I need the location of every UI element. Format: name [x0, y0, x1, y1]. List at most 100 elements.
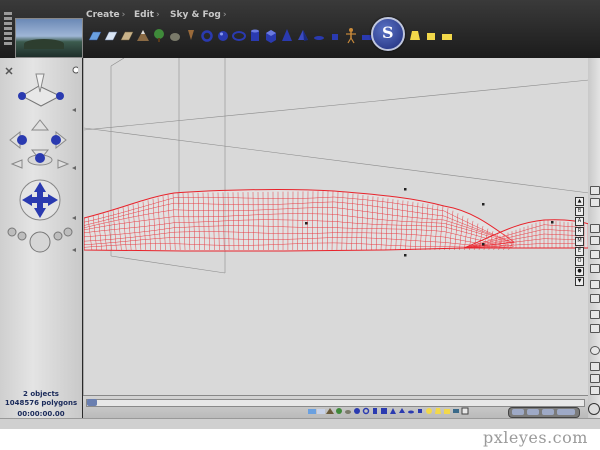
- move-cross-control[interactable]: [19, 179, 61, 221]
- select-terrain-icon[interactable]: [326, 407, 334, 415]
- mountain-icon[interactable]: [136, 26, 150, 44]
- timeline-knob[interactable]: [87, 399, 97, 406]
- menu-edit[interactable]: Edit ›: [134, 10, 160, 20]
- record-button[interactable]: [542, 409, 554, 415]
- square-icon[interactable]: [328, 26, 342, 44]
- water-icon[interactable]: [88, 26, 102, 44]
- material-icon[interactable]: [590, 324, 600, 333]
- select-camera-icon[interactable]: [452, 407, 460, 415]
- menu-create-label: Create: [86, 10, 120, 20]
- timeline-scrubber[interactable]: [86, 399, 585, 407]
- select-path-icon[interactable]: [461, 407, 469, 415]
- select-square-icon[interactable]: [416, 407, 424, 415]
- pencil-icon[interactable]: [590, 198, 600, 207]
- select-water-icon[interactable]: [308, 407, 316, 415]
- trackball-menu-arrow-icon[interactable]: [72, 166, 76, 170]
- delete-icon[interactable]: [590, 264, 600, 273]
- select-square-light-icon[interactable]: [443, 407, 451, 415]
- edit-view-bars[interactable]: [4, 12, 12, 57]
- wireframe-scene: [84, 58, 589, 274]
- keyframe-button[interactable]: [557, 409, 575, 415]
- select-cylinder-icon[interactable]: [371, 407, 379, 415]
- render-icon[interactable]: [590, 346, 600, 355]
- cone-icon[interactable]: [280, 26, 294, 44]
- select-cube-icon[interactable]: [380, 407, 388, 415]
- close-icon[interactable]: [5, 67, 13, 75]
- vp-tool-m[interactable]: M: [575, 237, 584, 246]
- edit-terrain-icon[interactable]: [590, 310, 600, 319]
- vp-tool-b[interactable]: B: [575, 207, 584, 216]
- camera-controls: [5, 66, 78, 253]
- pyramid-icon[interactable]: [296, 26, 310, 44]
- parallel-light-icon[interactable]: [440, 26, 454, 44]
- vp-tool-down[interactable]: ▼: [575, 277, 584, 286]
- bottom-timeline-bar: [83, 395, 588, 419]
- app-window: Create › Edit › Sky & Fog › S 2 objects …: [0, 0, 600, 429]
- figure-icon[interactable]: [344, 26, 358, 44]
- left-control-panel: 2 objects 1048576 polygons 00:00:00.00: [0, 58, 82, 418]
- select-cloud-icon[interactable]: [317, 407, 325, 415]
- rock-icon[interactable]: [168, 26, 182, 44]
- sphere-icon[interactable]: [216, 26, 230, 44]
- brush-icon[interactable]: [590, 186, 600, 195]
- scene-viewport[interactable]: [83, 58, 589, 395]
- select-pyramid-icon[interactable]: [398, 407, 406, 415]
- move-menu-arrow-icon[interactable]: [72, 216, 76, 220]
- playback-controls[interactable]: [508, 407, 580, 418]
- status-objects: 2 objects: [23, 390, 59, 398]
- zoom-out-icon[interactable]: [590, 374, 600, 383]
- square-light-icon[interactable]: [424, 26, 438, 44]
- globe-icon[interactable]: [588, 403, 600, 415]
- zoom-spheres-control[interactable]: [7, 227, 73, 253]
- select-torus-icon[interactable]: [362, 407, 370, 415]
- ring-icon[interactable]: [232, 26, 246, 44]
- zoom-menu-arrow-icon[interactable]: [72, 248, 76, 252]
- top-toolbar: Create › Edit › Sky & Fog ›: [0, 0, 600, 58]
- terrain-plane-icon[interactable]: [120, 26, 134, 44]
- cube-icon[interactable]: [264, 26, 278, 44]
- spotlight-icon[interactable]: [408, 26, 422, 44]
- menu-sky-fog[interactable]: Sky & Fog ›: [170, 10, 227, 20]
- group-icon[interactable]: [590, 224, 600, 233]
- selection-palette: [308, 407, 469, 415]
- nano-preview-thumbnail[interactable]: [15, 18, 83, 58]
- cylinder-icon[interactable]: [248, 26, 262, 44]
- torus-icon[interactable]: [200, 26, 214, 44]
- play-button[interactable]: [527, 409, 539, 415]
- terrain-wireframe-1[interactable]: [84, 189, 516, 252]
- bryce-logo-icon[interactable]: [371, 17, 405, 51]
- viewport-tool-column: ▲ B A R M E O ● ▼: [575, 197, 585, 287]
- status-polygons: 1048576 polygons: [4, 399, 78, 407]
- align-icon[interactable]: [590, 294, 600, 303]
- zoom-in-icon[interactable]: [590, 362, 600, 371]
- select-cone-icon[interactable]: [389, 407, 397, 415]
- menu-create[interactable]: Create ›: [86, 10, 125, 20]
- ungroup-icon[interactable]: [590, 236, 600, 245]
- vp-tool-e[interactable]: E: [575, 247, 584, 256]
- select-sphere-icon[interactable]: [353, 407, 361, 415]
- select-disk-icon[interactable]: [407, 407, 415, 415]
- land-icon[interactable]: [590, 280, 600, 289]
- options-dot-icon[interactable]: [72, 66, 78, 74]
- branch-icon[interactable]: [184, 26, 198, 44]
- vp-tool-a[interactable]: A: [575, 217, 584, 226]
- view-menu-arrow-icon[interactable]: [72, 108, 76, 112]
- duplicate-icon[interactable]: [590, 250, 600, 259]
- view-cube-control[interactable]: [18, 73, 64, 107]
- vp-tool-up[interactable]: ▲: [575, 197, 584, 206]
- hand-icon[interactable]: [590, 386, 600, 395]
- vp-tool-o[interactable]: O: [575, 257, 584, 266]
- cloud-icon[interactable]: [104, 26, 118, 44]
- tree-icon[interactable]: [152, 26, 166, 44]
- select-rock-icon[interactable]: [344, 407, 352, 415]
- menu-edit-label: Edit: [134, 10, 154, 20]
- select-tree-icon[interactable]: [335, 407, 343, 415]
- vp-tool-r[interactable]: R: [575, 227, 584, 236]
- watermark: pxleyes.com: [483, 428, 588, 447]
- rewind-button[interactable]: [512, 409, 524, 415]
- select-spotlight-icon[interactable]: [434, 407, 442, 415]
- select-light-icon[interactable]: [425, 407, 433, 415]
- vp-tool-dot[interactable]: ●: [575, 267, 584, 276]
- trackball-y-control[interactable]: [10, 153, 70, 169]
- disk-icon[interactable]: [312, 26, 326, 44]
